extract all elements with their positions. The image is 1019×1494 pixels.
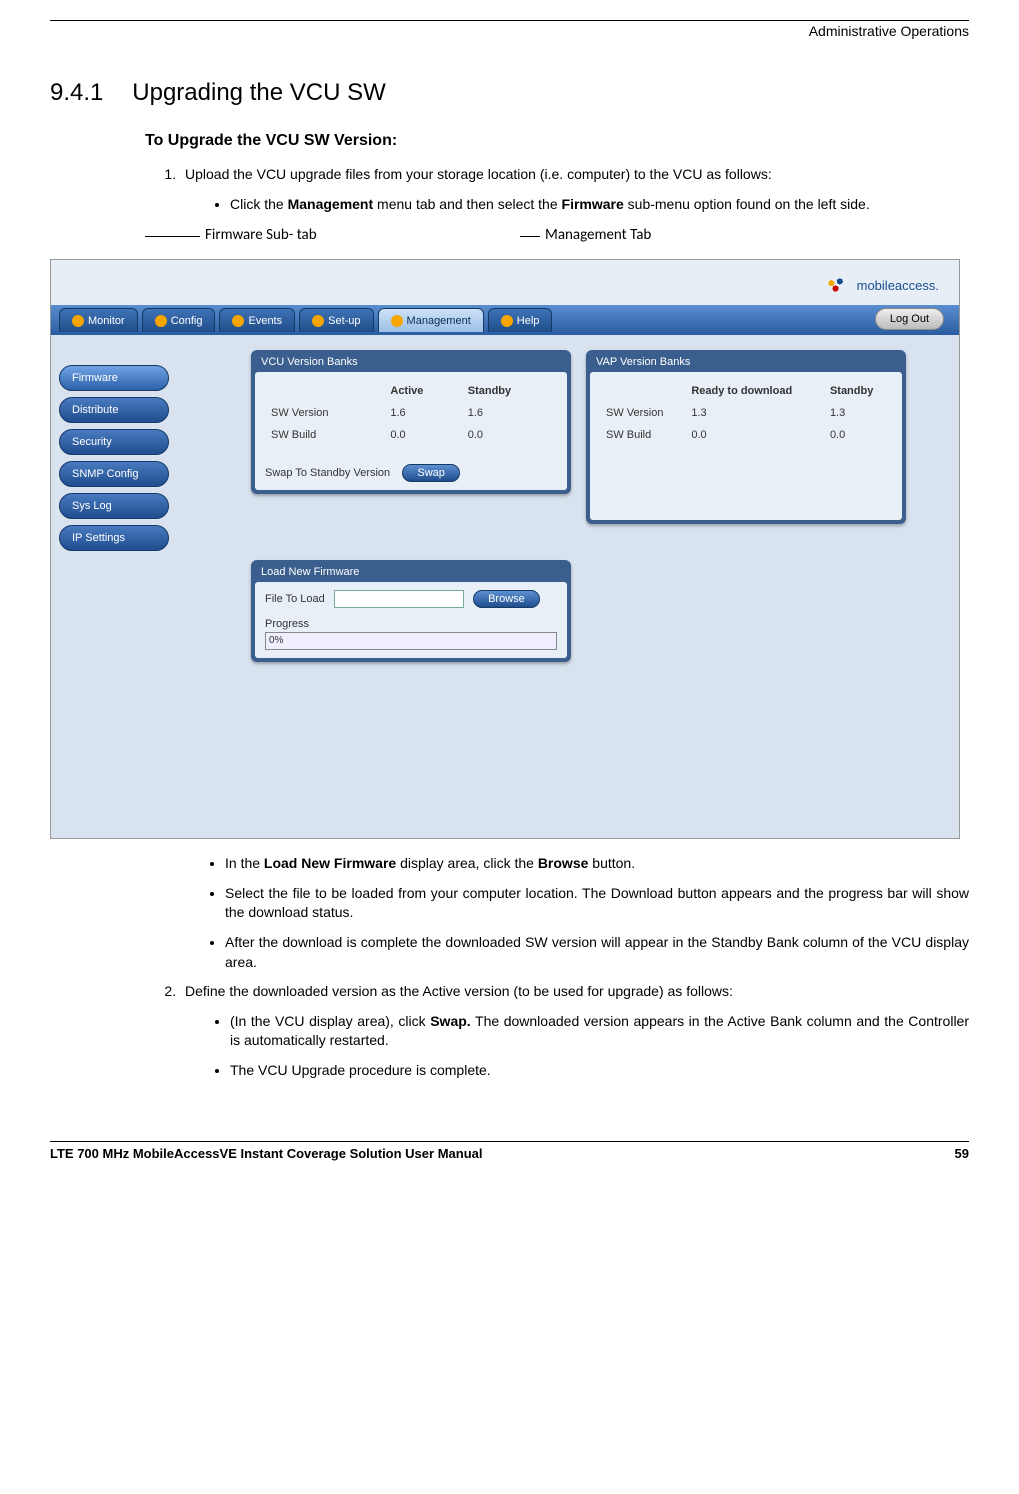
procedure-list-2: Define the downloaded version as the Act… <box>180 982 969 1080</box>
tab-monitor[interactable]: Monitor <box>59 308 138 332</box>
section-heading: 9.4.1 Upgrading the VCU SW <box>50 79 969 107</box>
logout-button[interactable]: Log Out <box>875 308 944 330</box>
management-icon <box>391 315 403 327</box>
progress-bar: 0% <box>265 632 557 650</box>
file-to-load-label: File To Load <box>265 593 325 605</box>
swap-button[interactable]: Swap <box>402 464 460 482</box>
step-1d: After the download is complete the downl… <box>225 933 969 972</box>
vap-panel-title: VAP Version Banks <box>590 354 902 372</box>
tab-config[interactable]: Config <box>142 308 216 332</box>
setup-icon <box>312 315 324 327</box>
brand-logo: mobileaccess. <box>823 270 939 300</box>
sidebar-item-ip[interactable]: IP Settings <box>59 525 169 551</box>
step-1b: In the Load New Firmware display area, c… <box>225 854 969 874</box>
callout-row: Firmware Sub- tab Management Tab <box>145 226 969 254</box>
load-panel-title: Load New Firmware <box>255 564 567 582</box>
step-1-continued: In the Load New Firmware display area, c… <box>225 854 969 972</box>
footer-title: LTE 700 MHz MobileAccessVE Instant Cover… <box>50 1146 482 1161</box>
browse-button[interactable]: Browse <box>473 590 540 608</box>
events-icon <box>232 315 244 327</box>
firmware-screenshot: mobileaccess. Monitor Config Events Set-… <box>50 259 960 839</box>
callout-firmware: Firmware Sub- tab <box>205 226 317 244</box>
vcu-panel-title: VCU Version Banks <box>255 354 567 372</box>
sidebar-item-security[interactable]: Security <box>59 429 169 455</box>
sidebar: Firmware Distribute Security SNMP Config… <box>59 365 169 557</box>
step-2b: The VCU Upgrade procedure is complete. <box>230 1061 969 1081</box>
step-1-text: Upload the VCU upgrade files from your s… <box>185 166 772 182</box>
step-2-text: Define the downloaded version as the Act… <box>185 983 733 999</box>
tab-help[interactable]: Help <box>488 308 553 332</box>
header-rule <box>50 20 969 21</box>
sidebar-item-snmp[interactable]: SNMP Config <box>59 461 169 487</box>
section-number: 9.4.1 <box>50 79 103 107</box>
vcu-table: ActiveStandby SW Version1.61.6 SW Build0… <box>265 380 557 446</box>
callout-management: Management Tab <box>545 226 651 244</box>
vcu-panel: VCU Version Banks ActiveStandby SW Versi… <box>251 350 571 494</box>
callout-line-left <box>145 236 200 237</box>
sidebar-item-distribute[interactable]: Distribute <box>59 397 169 423</box>
swap-label: Swap To Standby Version <box>265 467 390 479</box>
vap-table: Ready to downloadStandby SW Version1.31.… <box>600 380 892 446</box>
tab-events[interactable]: Events <box>219 308 295 332</box>
sidebar-item-firmware[interactable]: Firmware <box>59 365 169 391</box>
procedure-title: To Upgrade the VCU SW Version: <box>145 132 969 150</box>
page-number: 59 <box>955 1146 969 1161</box>
sidebar-item-syslog[interactable]: Sys Log <box>59 493 169 519</box>
file-input[interactable] <box>334 590 464 608</box>
step-1c: Select the file to be loaded from your c… <box>225 884 969 923</box>
help-icon <box>501 315 513 327</box>
header-category: Administrative Operations <box>50 23 969 39</box>
config-icon <box>155 315 167 327</box>
step-2: Define the downloaded version as the Act… <box>180 982 969 1080</box>
progress-label: Progress <box>265 618 557 630</box>
vap-panel: VAP Version Banks Ready to downloadStand… <box>586 350 906 524</box>
page-footer: LTE 700 MHz MobileAccessVE Instant Cover… <box>50 1142 969 1161</box>
step-1: Upload the VCU upgrade files from your s… <box>180 165 969 214</box>
main-tab-bar: Monitor Config Events Set-up Management … <box>51 305 959 335</box>
monitor-icon <box>72 315 84 327</box>
step-2a: (In the VCU display area), click Swap. T… <box>230 1012 969 1051</box>
callout-line-right <box>520 236 540 237</box>
tab-management[interactable]: Management <box>378 308 484 332</box>
procedure-list: Upload the VCU upgrade files from your s… <box>180 165 969 214</box>
section-title: Upgrading the VCU SW <box>132 79 385 107</box>
load-panel: Load New Firmware File To Load Browse Pr… <box>251 560 571 662</box>
tab-setup[interactable]: Set-up <box>299 308 373 332</box>
step-1a: Click the Management menu tab and then s… <box>230 195 969 215</box>
content-area: Firmware Distribute Security SNMP Config… <box>51 335 959 838</box>
